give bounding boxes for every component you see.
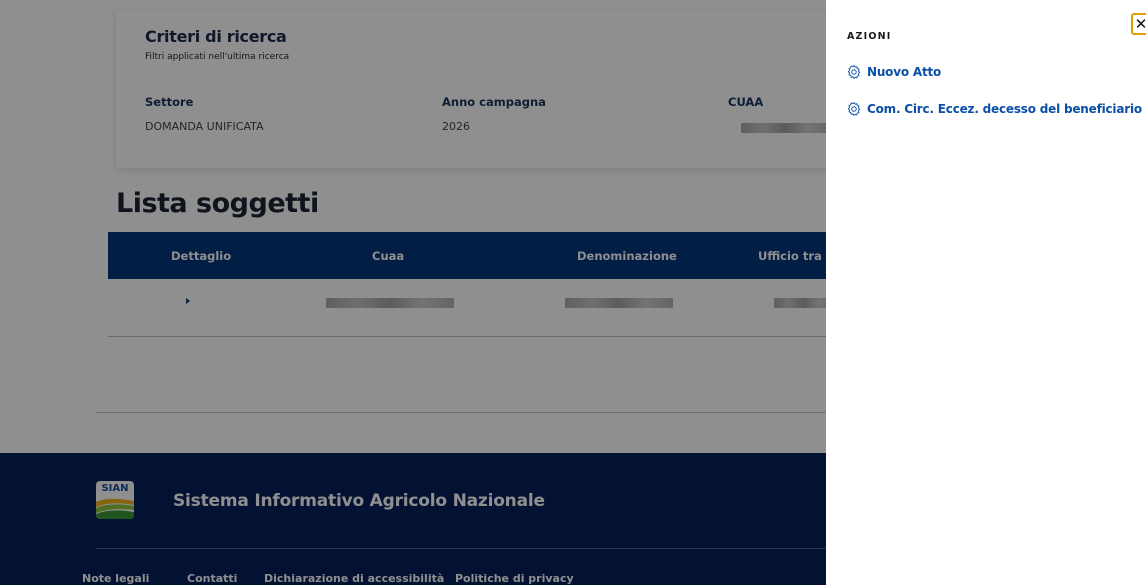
main-page: Criteri di ricerca Filtri applicati nell…	[0, 0, 826, 585]
close-icon: ✕	[1134, 14, 1146, 33]
actions-panel: AZIONI Nuovo Atto Com. Circ. Eccez. dece…	[826, 0, 1146, 585]
action-com-circ-eccez[interactable]: Com. Circ. Eccez. decesso del beneficiar…	[846, 101, 1142, 117]
gear-icon	[847, 65, 861, 79]
action-nuovo-atto[interactable]: Nuovo Atto	[846, 64, 941, 80]
modal-backdrop[interactable]	[0, 0, 826, 585]
action-label: Com. Circ. Eccez. decesso del beneficiar…	[867, 102, 1142, 116]
actions-panel-heading: AZIONI	[847, 31, 892, 42]
action-label: Nuovo Atto	[867, 65, 942, 79]
gear-icon	[847, 102, 861, 116]
close-panel-button[interactable]: ✕	[1131, 13, 1146, 35]
